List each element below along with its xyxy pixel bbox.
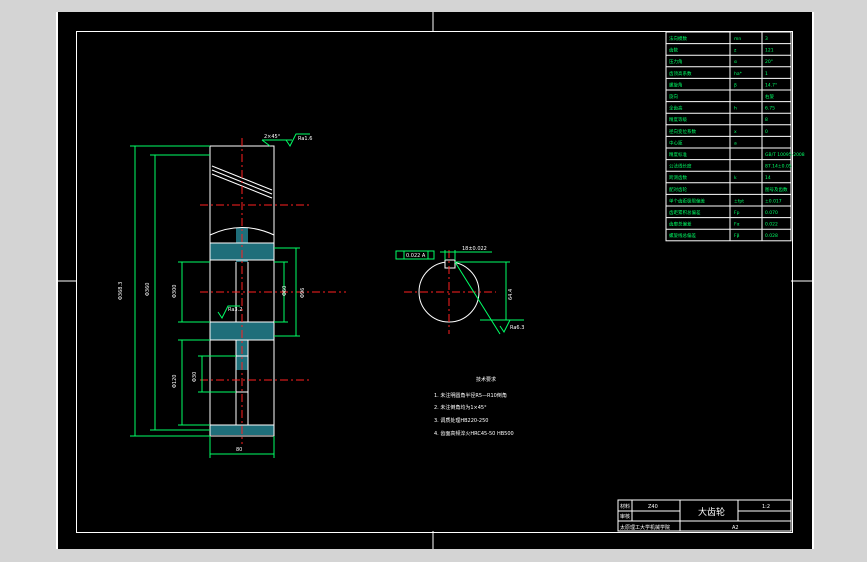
hub-view: 18±0.022 64.4 0.022 A Ra6.3 <box>395 246 524 335</box>
drawing-title: 大齿轮 <box>698 506 725 518</box>
roughness-1: Ra1.6 <box>298 136 312 142</box>
param-symbol: z <box>734 49 737 54</box>
param-name: 单个齿距极限偏差 <box>669 197 705 204</box>
note-4: 4. 齿面高频淬火HRC45-50 HB500 <box>434 430 514 437</box>
material-value: Z40 <box>648 504 658 510</box>
param-value: 右旋 <box>765 93 774 100</box>
section-view: Φ368.3 Φ360 Φ300 Φ120 Φ30 Φ96 Φ60 80 2×4… <box>118 133 346 458</box>
center-lines <box>200 138 346 444</box>
param-name: 配对齿轮 <box>669 186 687 193</box>
dim-chamfer: 2×45° <box>264 134 281 140</box>
param-name: 精度标准 <box>669 151 687 158</box>
note-1: 1. 未注明圆角半径R5—R10倒角 <box>434 392 507 399</box>
param-value: 121 <box>765 48 774 54</box>
param-symbol: x <box>734 130 737 135</box>
param-value: 14.7° <box>765 82 777 88</box>
param-name: 齿距累积总偏差 <box>669 209 701 216</box>
tolerance-frame: 0.022 A <box>406 253 426 259</box>
param-name: 齿顶高系数 <box>669 70 692 77</box>
scale-value: 1:2 <box>762 504 770 510</box>
param-value: 87.14±0.05 <box>765 164 792 170</box>
param-symbol: ha* <box>734 71 743 77</box>
dim-web-diameter: Φ300 <box>172 285 178 298</box>
param-name: 齿廓总偏差 <box>669 221 692 228</box>
sheet-size: A2 <box>732 525 739 531</box>
school-name: 太原理工大学机械学院 <box>620 524 670 531</box>
param-name: 精度等级 <box>669 116 687 123</box>
param-name: 压力角 <box>669 58 683 65</box>
param-symbol: Fα <box>734 222 740 228</box>
dim-pitch-diameter: Φ360 <box>145 283 151 296</box>
param-name: 螺旋线总偏差 <box>669 232 696 239</box>
param-value: 1 <box>765 71 768 77</box>
dim-tip-diameter: Φ368.3 <box>118 282 124 300</box>
dimension-texts: Φ368.3 Φ360 Φ300 Φ120 Φ30 Φ96 Φ60 80 2×4… <box>118 134 312 453</box>
param-name: 全齿高 <box>669 105 683 112</box>
param-symbol: mn <box>734 37 741 42</box>
param-value: 6.75 <box>765 106 775 112</box>
check-label: 审核 <box>620 513 630 520</box>
dim-hole-diameter: Φ30 <box>192 372 198 382</box>
parameter-table: 法向模数 mn 3 齿数 z 121 压力角 α 20° 齿顶高系数 ha* 1 螺旋角 β 14.7° 旋向… <box>665 31 805 242</box>
centering-marks <box>56 12 812 549</box>
param-value: GB/T 10095-2008 <box>765 152 805 158</box>
note-2: 2. 未注倒角均为1×45° <box>434 404 487 411</box>
dim-keyway-width: 18±0.022 <box>462 246 487 252</box>
param-symbol: Fβ <box>734 233 740 239</box>
param-name: 齿数 <box>669 47 678 54</box>
param-name: 径向变位系数 <box>669 128 696 135</box>
dim-root-diameter: Φ120 <box>172 375 178 388</box>
param-value: 0.028 <box>765 233 778 239</box>
param-name: 中心距 <box>669 139 683 146</box>
param-value: 0 <box>765 129 768 135</box>
param-symbol: α <box>734 60 737 65</box>
param-value: 图号及齿数 <box>765 186 788 193</box>
dim-bore-diameter: Φ60 <box>282 286 288 296</box>
technical-notes: 技术要求 1. 未注明圆角半径R5—R10倒角 2. 未注倒角均为1×45° 3… <box>434 376 514 437</box>
dim-hub-diameter: Φ96 <box>300 288 306 298</box>
roughness-2: Ra3.2 <box>228 307 242 313</box>
param-value: 3 <box>765 36 768 42</box>
roughness-3: Ra6.3 <box>510 325 524 331</box>
note-3: 3. 调质处理HB220-250 <box>434 417 488 424</box>
param-value: ±0.017 <box>765 198 782 204</box>
param-name: 法向模数 <box>669 35 687 42</box>
param-name: 螺旋角 <box>669 81 683 88</box>
param-name: 公法线长度 <box>669 163 692 170</box>
title-texts: 材料 Z40 审核 1:2 太原理工大学机械学院 A2 <box>620 503 770 531</box>
dim-keyway-depth: 64.4 <box>508 289 514 300</box>
param-symbol: ±fpt <box>734 198 744 204</box>
param-name: 旋向 <box>669 93 678 100</box>
param-value: 0.070 <box>765 210 778 216</box>
param-value: 14 <box>765 175 771 181</box>
dim-face-width: 80 <box>236 447 242 453</box>
param-symbol: a <box>734 141 737 146</box>
param-value: 20° <box>765 59 773 65</box>
param-value: 0.022 <box>765 222 778 228</box>
material-label: 材料 <box>620 503 630 510</box>
param-value: 8 <box>765 117 768 123</box>
param-symbol: k <box>734 175 737 181</box>
param-symbol: β <box>734 82 737 88</box>
param-symbol: Fp <box>734 210 740 216</box>
cad-drawing: Φ368.3 Φ360 Φ300 Φ120 Φ30 Φ96 Φ60 80 2×4… <box>56 12 812 549</box>
notes-heading: 技术要求 <box>476 376 496 383</box>
param-name: 跨测齿数 <box>669 174 687 181</box>
param-symbol: h <box>734 106 737 112</box>
